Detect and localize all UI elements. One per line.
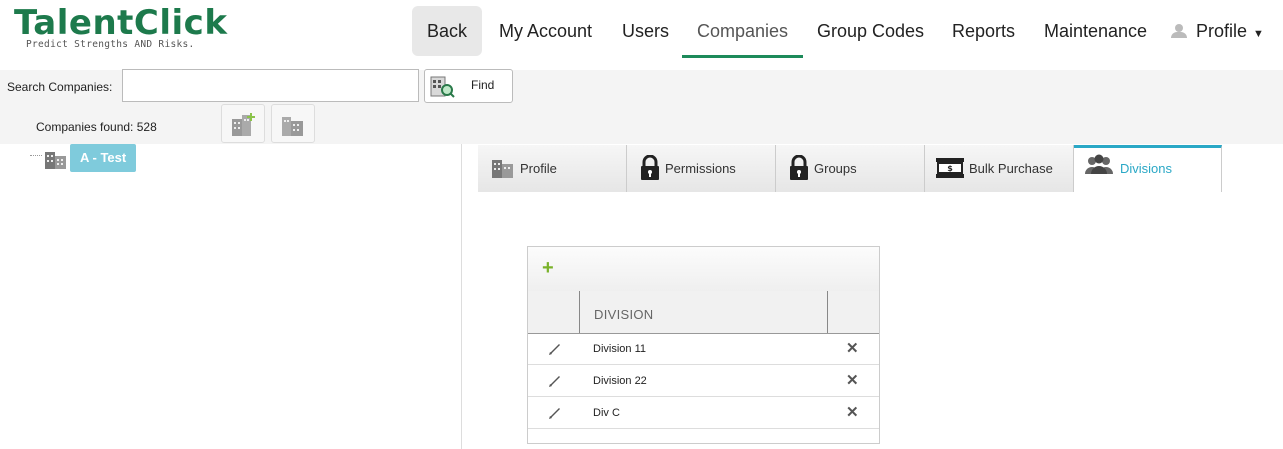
people-icon	[1085, 154, 1113, 174]
search-label: Search Companies:	[7, 80, 113, 94]
svg-text:$: $	[947, 164, 953, 173]
nav-maintenance[interactable]: Maintenance	[1044, 6, 1147, 56]
header-cell-edit	[528, 291, 580, 333]
header-cell-delete	[827, 291, 879, 333]
nav-companies[interactable]: Companies	[682, 6, 804, 58]
tab-divisions[interactable]: Divisions	[1074, 145, 1222, 192]
find-button[interactable]: Find	[424, 69, 513, 103]
companies-found-count: Companies found: 528	[36, 120, 157, 134]
tab-label: Divisions	[1120, 161, 1173, 176]
delete-icon[interactable]: ✕	[846, 339, 859, 357]
division-name: Div C	[593, 407, 620, 419]
copy-company-button[interactable]	[271, 104, 315, 143]
find-icon	[430, 76, 455, 98]
money-stack-icon: $	[936, 158, 964, 178]
pencil-icon[interactable]	[547, 404, 563, 420]
division-name: Division 11	[593, 343, 646, 355]
table-row: Div C ✕	[528, 397, 879, 429]
buildings-icon	[282, 117, 303, 136]
lock-icon	[641, 155, 659, 180]
person-icon	[1170, 24, 1188, 38]
pencil-icon[interactable]	[547, 340, 563, 356]
tab-label: Groups	[814, 161, 857, 176]
tree-connector	[30, 155, 42, 156]
table-row: Division 11 ✕	[528, 333, 879, 365]
divisions-table: + DIVISION Division 11 ✕ Division 22 ✕ D…	[527, 246, 880, 444]
delete-icon[interactable]: ✕	[846, 371, 859, 389]
delete-icon[interactable]: ✕	[846, 403, 859, 421]
tab-label: Profile	[520, 161, 557, 176]
nav-profile-menu[interactable]: Profile ▼	[1170, 6, 1264, 56]
pencil-icon[interactable]	[547, 372, 563, 388]
tab-permissions[interactable]: Permissions	[627, 145, 776, 192]
table-row: Division 22 ✕	[528, 365, 879, 397]
add-division-button[interactable]: +	[542, 257, 554, 280]
nav-reports[interactable]: Reports	[952, 6, 1015, 56]
tab-groups[interactable]: Groups	[776, 145, 925, 192]
nav-group-codes[interactable]: Group Codes	[817, 6, 924, 56]
add-building-icon	[232, 113, 255, 136]
building-icon	[45, 152, 66, 169]
logo: TalentClick Predict Strengths AND Risks.	[14, 6, 227, 50]
add-company-button[interactable]	[221, 104, 265, 143]
table-toolbar: +	[528, 247, 879, 292]
lock-icon	[790, 155, 808, 180]
tree-node-company[interactable]: A - Test	[70, 144, 137, 172]
logo-title: TalentClick	[14, 3, 228, 43]
caret-down-icon: ▼	[1253, 28, 1264, 40]
nav-my-account[interactable]: My Account	[499, 6, 592, 56]
nav-users[interactable]: Users	[622, 6, 669, 56]
pane-divider	[461, 144, 462, 449]
column-header-division: DIVISION	[594, 307, 654, 322]
building-icon	[492, 160, 513, 178]
division-name: Division 22	[593, 375, 647, 387]
tab-profile[interactable]: Profile	[478, 145, 627, 192]
search-input[interactable]	[122, 69, 419, 102]
back-button[interactable]: Back	[412, 6, 483, 56]
tab-bulk-purchase[interactable]: $ Bulk Purchase	[925, 145, 1074, 192]
tab-label: Bulk Purchase	[969, 161, 1053, 176]
find-button-label: Find	[471, 78, 495, 92]
tab-label: Permissions	[665, 161, 736, 176]
nav-profile-label: Profile	[1196, 21, 1248, 41]
table-header: DIVISION	[528, 291, 879, 334]
